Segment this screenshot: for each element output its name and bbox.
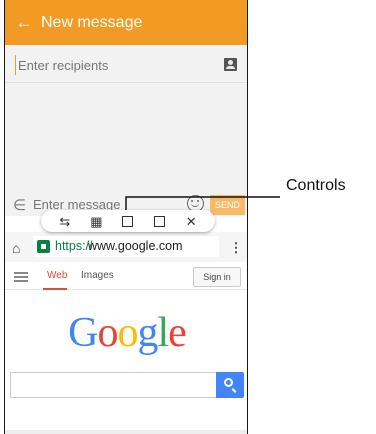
drag-and-drop-icon[interactable]: ▦: [87, 213, 105, 229]
search-icon: [224, 378, 233, 387]
google-nav-bar: Web Images Sign in: [5, 262, 247, 290]
search-button[interactable]: [216, 372, 244, 398]
recipients-row: [5, 45, 247, 83]
callout-label: Controls: [286, 177, 346, 194]
attach-icon[interactable]: ∈: [13, 196, 26, 214]
address-bar[interactable]: https:// www.google.com: [33, 236, 219, 257]
minimize-window-icon[interactable]: [119, 213, 137, 229]
url-host: www.google.com: [88, 239, 183, 253]
overflow-menu-icon[interactable]: ⋮: [229, 240, 243, 256]
tab-web-indicator: [43, 288, 67, 290]
search-input[interactable]: [10, 372, 216, 398]
home-icon[interactable]: ⌂: [12, 240, 20, 256]
switch-windows-icon[interactable]: ⇆: [56, 213, 74, 229]
close-icon[interactable]: ✕: [182, 213, 200, 229]
hamburger-menu-icon[interactable]: [14, 272, 28, 274]
message-thread-area: [5, 83, 247, 192]
recipients-input[interactable]: [15, 55, 205, 75]
tab-images[interactable]: Images: [81, 270, 114, 281]
split-window-controls: ⇆ ▦ ✕: [41, 210, 215, 232]
browser-toolbar: ⌂ https:// www.google.com ⋮: [5, 232, 247, 262]
google-logo: Google: [5, 310, 247, 356]
search-row: [10, 372, 244, 398]
logo-letter: e: [168, 310, 187, 356]
phone-screen: ← New message ∈ SEND ⌂ https:// www.goog…: [4, 0, 248, 434]
browser-window: ⌂ https:// www.google.com ⋮ Web Images S…: [5, 232, 247, 434]
message-app-bar: ← New message: [5, 0, 247, 45]
logo-letter: g: [137, 310, 159, 356]
tab-web[interactable]: Web: [47, 270, 67, 281]
logo-letter: l: [157, 310, 170, 356]
bottom-divider: [5, 430, 247, 434]
message-title: New message: [41, 13, 143, 31]
url-scheme: https://: [55, 239, 93, 253]
back-arrow-icon[interactable]: ←: [11, 14, 37, 31]
logo-letter: G: [68, 310, 98, 356]
send-button[interactable]: SEND: [210, 195, 245, 215]
contact-icon[interactable]: [224, 58, 237, 71]
logo-letter: o: [97, 310, 119, 356]
lock-icon: [37, 240, 50, 253]
maximize-window-icon[interactable]: [151, 213, 169, 229]
logo-letter: o: [117, 310, 139, 356]
sign-in-button[interactable]: Sign in: [193, 267, 241, 287]
